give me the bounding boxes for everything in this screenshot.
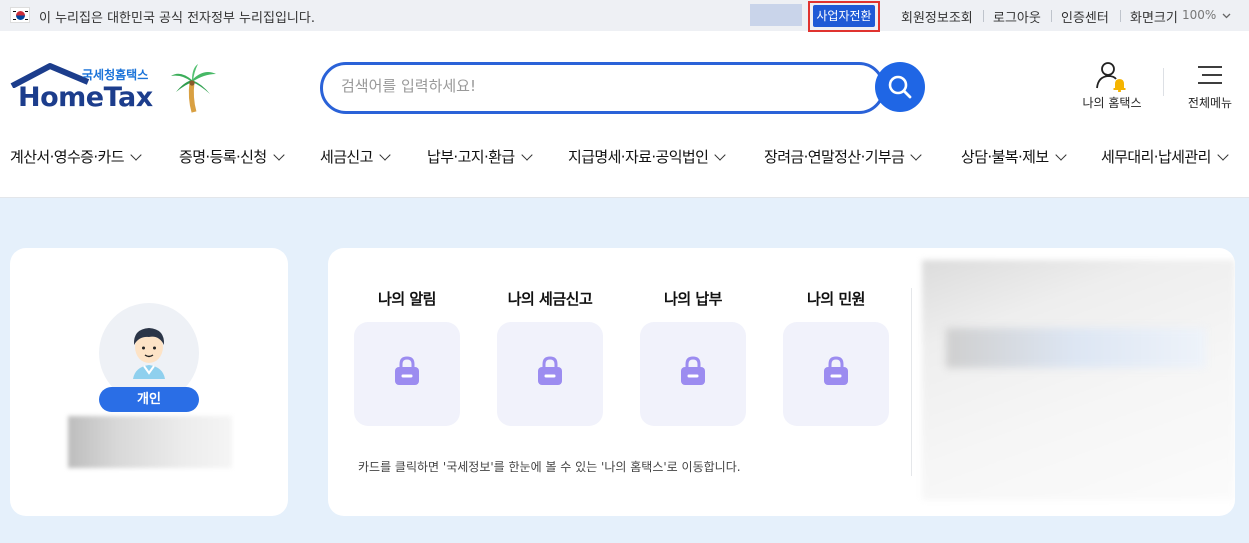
my-hometax-button[interactable]: 나의 홈택스 <box>1074 60 1150 111</box>
lock-icon <box>824 356 848 385</box>
card-box <box>354 322 460 426</box>
logout-link[interactable]: 로그아웃 <box>993 7 1041 26</box>
main-nav: 계산서·영수증·카드 증명·등록·신청 세금신고 납부·고지·환급 지급명세·자… <box>0 136 1249 180</box>
all-menu-label: 전체메뉴 <box>1187 96 1233 110</box>
hamburger-menu-icon <box>1198 66 1222 84</box>
divider <box>1120 10 1121 22</box>
my-hometax-label: 나의 홈택스 <box>1082 96 1142 110</box>
lock-icon <box>538 356 562 385</box>
nav-item-label: 장려금·연말정산·기부금 <box>764 148 905 166</box>
hometax-logo[interactable]: 국세청홈택스 HomeTax <box>10 62 220 118</box>
blurred-info-row <box>946 328 1206 368</box>
nav-item-tax-agent[interactable]: 세무대리·납세관리 <box>1101 146 1229 167</box>
blurred-user-name <box>68 416 232 468</box>
lock-icon <box>395 356 419 385</box>
divider <box>911 288 912 476</box>
search-box <box>320 62 885 114</box>
nav-item-payment-refund[interactable]: 납부·고지·환급 <box>427 146 533 167</box>
nav-item-label: 증명·등록·신청 <box>179 148 267 166</box>
chevron-down-icon <box>1054 149 1067 161</box>
palm-tree-icon <box>171 64 216 113</box>
chevron-down-icon <box>379 149 391 161</box>
logo-subtitle: 국세청홈택스 <box>82 68 149 82</box>
chevron-down-icon <box>1217 149 1229 161</box>
card-my-tax-return[interactable]: 나의 세금신고 <box>497 288 603 426</box>
nav-item-tax-return[interactable]: 세금신고 <box>320 146 391 167</box>
nav-item-label: 세무대리·납세관리 <box>1101 148 1211 166</box>
nav-item-payment-statement[interactable]: 지급명세·자료·공익법인 <box>568 146 727 167</box>
blurred-user-info <box>750 4 802 26</box>
card-title: 나의 알림 <box>378 290 436 308</box>
nav-item-label: 계산서·영수증·카드 <box>10 148 125 166</box>
nav-item-invoice-receipt-card[interactable]: 계산서·영수증·카드 <box>10 146 142 167</box>
card-my-payment[interactable]: 나의 납부 <box>640 288 746 426</box>
gov-notice-text: 이 누리집은 대한민국 공식 전자정부 누리집입니다. <box>39 11 315 26</box>
search-icon <box>888 75 912 99</box>
card-box <box>497 322 603 426</box>
search-button[interactable] <box>875 62 925 112</box>
card-title: 나의 납부 <box>664 290 722 308</box>
cards-note-text: 카드를 클릭하면 '국세정보'를 한눈에 볼 수 있는 '나의 홈택스'로 이동… <box>358 460 741 474</box>
divider <box>983 10 984 22</box>
zoom-value: 100% <box>1182 8 1217 22</box>
card-my-notifications[interactable]: 나의 알림 <box>354 288 460 426</box>
all-menu-button[interactable]: 전체메뉴 <box>1183 60 1237 111</box>
chevron-down-icon <box>520 149 533 161</box>
blurred-info-area <box>922 260 1235 500</box>
cert-center-link[interactable]: 인증센터 <box>1061 7 1109 26</box>
chevron-down-icon <box>130 149 142 161</box>
screen-size-label[interactable]: 화면크기 <box>1130 7 1178 26</box>
lock-icon <box>681 356 705 385</box>
nav-item-label: 상담·불복·제보 <box>961 148 1049 166</box>
my-hometax-cards-panel: 나의 알림 나의 세금신고 나의 납부 나의 민원 카드를 클릭하면 '국세정보… <box>328 248 1235 516</box>
divider <box>1163 68 1164 96</box>
card-title: 나의 세금신고 <box>507 290 593 308</box>
user-bell-icon <box>1096 62 1126 92</box>
nav-item-label: 지급명세·자료·공익법인 <box>568 148 709 166</box>
logo-wordmark: HomeTax <box>18 82 153 113</box>
nav-item-certificate-registration[interactable]: 증명·등록·신청 <box>179 146 285 167</box>
switch-business-button[interactable]: 사업자전환 <box>813 5 875 27</box>
korea-flag-icon <box>10 7 30 23</box>
card-my-civil-petition[interactable]: 나의 민원 <box>783 288 889 426</box>
nav-item-label: 세금신고 <box>320 148 373 166</box>
chevron-down-icon <box>714 149 727 161</box>
user-type-badge: 개인 <box>99 387 199 412</box>
search-input[interactable] <box>341 77 841 95</box>
card-box <box>783 322 889 426</box>
zoom-dropdown[interactable]: 100% <box>1182 8 1231 22</box>
card-title: 나의 민원 <box>807 290 865 308</box>
chevron-down-icon <box>910 149 923 161</box>
top-utility-bar: 이 누리집은 대한민국 공식 전자정부 누리집입니다. 사업자전환 회원정보조회… <box>0 0 1249 32</box>
chevron-down-icon <box>1222 13 1231 18</box>
card-box <box>640 322 746 426</box>
divider <box>1051 10 1052 22</box>
member-info-link[interactable]: 회원정보조회 <box>901 7 973 26</box>
profile-card: 개인 <box>10 248 288 516</box>
nav-item-consult-appeal[interactable]: 상담·불복·제보 <box>961 146 1067 167</box>
chevron-down-icon <box>272 149 285 161</box>
nav-item-label: 납부·고지·환급 <box>427 148 515 166</box>
nav-item-incentive-yearend[interactable]: 장려금·연말정산·기부금 <box>764 146 923 167</box>
